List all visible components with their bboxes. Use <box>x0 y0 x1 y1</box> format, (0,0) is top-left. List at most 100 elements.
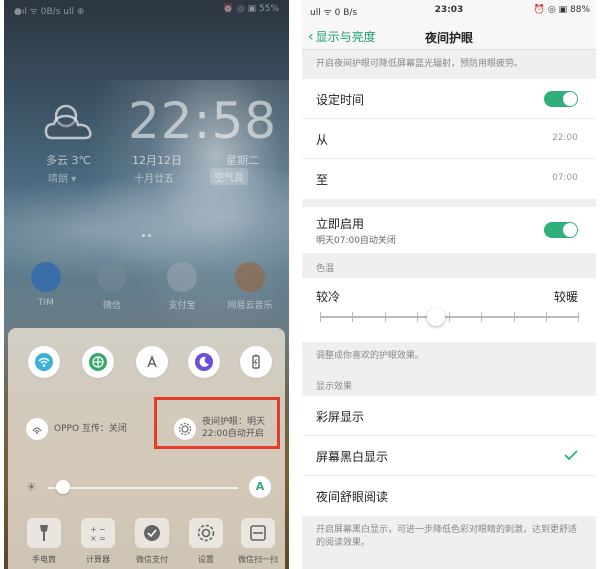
auto-rotate-toggle[interactable] <box>136 346 168 378</box>
wifi-toggle[interactable] <box>28 346 60 378</box>
cool-label: 较冷 <box>316 290 341 304</box>
svg-text:−: − <box>99 525 106 534</box>
nav-bar: ‹ 显示与亮度 夜间护眼 <box>302 22 596 50</box>
weather-sub: 晴朗 ▾ <box>48 174 77 185</box>
app-row: TIM 微信 支付宝 网易云音乐 <box>4 262 289 322</box>
brightness-thumb[interactable] <box>56 480 71 494</box>
color-temp-hint: 调整成你喜欢的护眼效果。 <box>316 351 425 361</box>
mobile-data-toggle[interactable] <box>82 346 114 378</box>
enable-now-label: 立即启用 <box>316 217 365 231</box>
app-wechat[interactable]: 微信 <box>84 262 140 311</box>
shortcut-label: 手电筒 <box>32 555 56 564</box>
svg-text:=: = <box>99 534 106 543</box>
brightness-slider[interactable]: ☀ A <box>26 476 271 498</box>
moon-icon <box>195 353 213 371</box>
weather-text: 多云 3℃ <box>46 154 91 167</box>
oppo-share-chip[interactable]: OPPO 互传：关闭 <box>26 412 146 446</box>
app-tim[interactable]: TIM <box>18 262 74 308</box>
shortcut-label: 微信扫一扫 <box>238 555 278 564</box>
lunar-date: 十月廿五 <box>134 174 174 185</box>
checkmark-icon <box>564 450 578 461</box>
shortcut-calculator[interactable]: + − × = 计算器 <box>74 518 122 565</box>
schedule-row[interactable]: 设定时间 <box>302 79 596 119</box>
effect-label: 屏幕黑白显示 <box>316 450 389 464</box>
air-quality-badge: 空气良 <box>210 168 248 185</box>
color-temp-tick <box>513 312 515 322</box>
from-label: 从 <box>316 133 329 147</box>
battery-icon <box>252 354 260 369</box>
status-bar: ●ıl ᯤ 0B/s ull ⊕ ⏰ ◎ ▣ 55% <box>14 4 279 18</box>
color-temp-tick <box>352 312 354 322</box>
switch-knob <box>563 223 577 237</box>
enable-now-group: 立即启用 明天07:00自动关闭 <box>302 207 596 253</box>
wifi-icon <box>35 353 53 371</box>
settings-screen: ull ᯤ 0 B/s 23:03 ⏰ ◎ ▣ 88% ‹ 显示与亮度 夜间护眼 … <box>302 0 596 569</box>
effect-label: 夜间舒眼阅读 <box>316 490 389 504</box>
weekday: 星期二 <box>226 154 259 167</box>
shortcut-wechat-scan[interactable]: 微信扫一扫 <box>234 518 282 565</box>
battery-saver-toggle[interactable] <box>240 346 272 378</box>
shortcut-label: 计算器 <box>86 555 110 564</box>
globe-icon <box>89 353 107 371</box>
auto-brightness-button[interactable]: A <box>249 476 271 498</box>
shortcut-label: 微信支付 <box>136 555 168 564</box>
color-temp-tick <box>578 312 579 322</box>
footer-hint: 开启屏幕黑白显示，可进一步降低色彩对眼睛的刺激，达到更舒适的阅读效果。 <box>316 525 578 548</box>
clock: 22:58 <box>128 92 278 150</box>
enable-now-switch[interactable] <box>544 222 578 238</box>
svg-text:×: × <box>90 534 97 543</box>
app-label: TIM <box>38 298 54 308</box>
color-temp-title: 色温 <box>316 264 335 274</box>
schedule-label: 设定时间 <box>316 93 365 107</box>
tim-icon <box>31 262 61 292</box>
shortcut-flashlight[interactable]: 手电筒 <box>20 518 68 565</box>
color-temp-group: 较冷 较暖 <box>302 278 596 342</box>
effect-option-grayscale[interactable]: 屏幕黑白显示 <box>302 436 596 476</box>
calculator-icon: + − × = <box>81 518 115 548</box>
lock-screen: ●ıl ᯤ 0B/s ull ⊕ ⏰ ◎ ▣ 55% 多云 3℃ 晴朗 ▾ 22… <box>4 0 289 569</box>
color-temp-tick <box>545 312 547 322</box>
status-bar: ull ᯤ 0 B/s 23:03 ⏰ ◎ ▣ 88% <box>302 0 596 22</box>
app-alipay[interactable]: 支付宝 <box>154 262 210 311</box>
enable-now-sub: 明天07:00自动关闭 <box>316 236 396 246</box>
effect-option-night-reading[interactable]: 夜间舒眼阅读 <box>302 476 596 516</box>
effect-option-color[interactable]: 彩屏显示 <box>302 396 596 436</box>
schedule-group: 设定时间 从 22:00 至 07:00 <box>302 79 596 199</box>
to-label: 至 <box>316 173 329 187</box>
color-temp-thumb[interactable] <box>427 308 446 326</box>
flashlight-icon <box>27 518 61 548</box>
color-temp-tick <box>384 312 386 322</box>
intro-text: 开启夜间护眼可降低屏幕蓝光辐射，预防用眼疲劳。 <box>316 59 524 69</box>
to-row[interactable]: 至 07:00 <box>302 159 596 199</box>
brightness-icon: ☀ <box>26 480 37 494</box>
highlight-box <box>154 397 280 449</box>
shortcut-settings[interactable]: 设置 <box>182 518 230 565</box>
alipay-icon <box>167 262 197 292</box>
status-left: ●ıl ᯤ 0B/s ull ⊕ <box>14 7 85 17</box>
color-temp-ticks <box>320 312 579 322</box>
status-right: ⏰ ◎ ▣ 55% <box>222 4 279 14</box>
rotate-icon <box>147 354 157 368</box>
shortcut-row: 手电筒 + − × = 计算器 微信支付 设置 微信扫一扫 <box>8 518 285 569</box>
to-value: 07:00 <box>552 173 578 183</box>
date: 12月12日 <box>132 154 182 167</box>
enable-now-row[interactable]: 立即启用 明天07:00自动关闭 <box>302 207 596 253</box>
app-netease-music[interactable]: 网易云音乐 <box>222 262 278 311</box>
from-value: 22:00 <box>552 133 578 143</box>
night-mode-toggle[interactable] <box>188 346 220 378</box>
shortcut-label: 设置 <box>198 555 214 564</box>
page-indicator <box>142 222 156 237</box>
status-right: ⏰ ◎ ▣ 88% <box>533 5 590 15</box>
cloudy-weather-icon <box>44 104 92 140</box>
share-icon-wrap <box>26 418 48 440</box>
effect-title: 显示效果 <box>316 382 353 392</box>
switch-knob <box>563 92 577 106</box>
color-temp-tick <box>481 312 483 322</box>
oppo-share-label: OPPO 互传：关闭 <box>54 424 127 434</box>
color-temp-tick <box>320 312 321 322</box>
schedule-switch[interactable] <box>544 91 578 107</box>
from-row[interactable]: 从 22:00 <box>302 119 596 159</box>
settings-icon <box>189 518 223 548</box>
scan-icon <box>241 518 275 548</box>
shortcut-wechat-pay[interactable]: 微信支付 <box>128 518 176 565</box>
